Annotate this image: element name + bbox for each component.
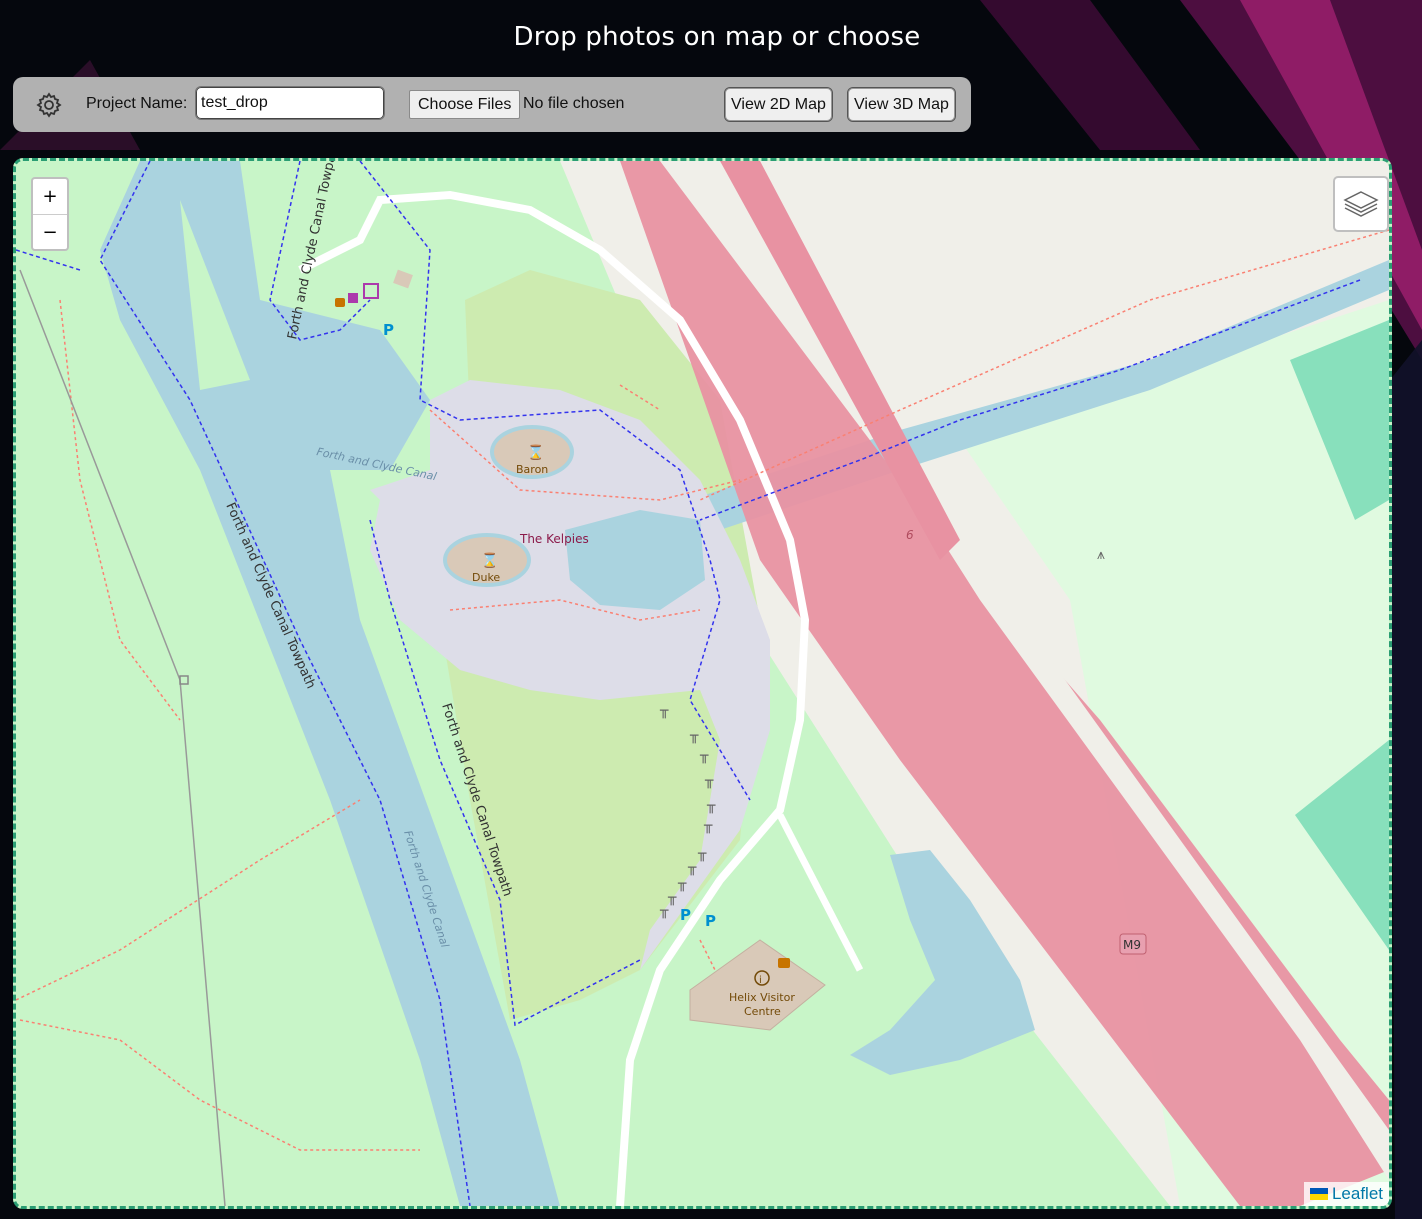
zoom-control: + −: [31, 177, 69, 251]
zoom-out-button[interactable]: −: [33, 214, 67, 250]
leaflet-link[interactable]: Leaflet: [1332, 1184, 1383, 1203]
label-junction: 6: [906, 528, 914, 542]
file-status-text: No file chosen: [523, 95, 625, 112]
zoom-in-button[interactable]: +: [33, 179, 67, 214]
view-3d-map-button[interactable]: View 3D Map: [847, 87, 956, 122]
label-baron: Baron: [516, 463, 548, 476]
view-2d-map-button[interactable]: View 2D Map: [724, 87, 833, 122]
map-tiles[interactable]: ╥╥╥ ╥╥╥ ╥╥╥ ╥╥ PP P i ⌛ ⌛ ⩚ Forth and Cly…: [16, 161, 1389, 1206]
layers-icon: [1343, 191, 1379, 217]
svg-text:╥: ╥: [659, 903, 669, 919]
label-visitor-centre-1: Helix Visitor: [729, 991, 795, 1004]
svg-text:╥: ╥: [689, 728, 699, 744]
page-title: Drop photos on map or choose: [513, 22, 921, 52]
svg-text:╥: ╥: [677, 876, 687, 892]
svg-text:⩚: ⩚: [1097, 547, 1105, 563]
gear-icon[interactable]: [35, 91, 63, 119]
svg-text:⌛: ⌛: [527, 444, 544, 461]
label-duke: Duke: [472, 571, 500, 584]
map-attribution: Leaflet: [1303, 1182, 1389, 1206]
svg-text:⌛: ⌛: [481, 552, 498, 569]
project-name-input[interactable]: [195, 86, 385, 120]
layers-control[interactable]: [1333, 176, 1389, 232]
map-drop-zone[interactable]: ╥ ╥ ╥ ╥ ╥ ╥ ╥ ╥ ╥ ╥ ╥ PPP i ⌛ ⌛ ⩚ Forth and Cly…: [13, 158, 1392, 1209]
label-visitor-centre-2: Centre: [744, 1005, 781, 1018]
project-name-label: Project Name:: [86, 95, 188, 112]
svg-text:╥: ╥: [667, 890, 677, 906]
svg-text:╥: ╥: [706, 798, 716, 814]
label-kelpies: The Kelpies: [519, 532, 589, 546]
label-motorway: M9: [1123, 938, 1141, 952]
svg-text:╥: ╥: [659, 703, 669, 719]
svg-text:i: i: [759, 975, 762, 986]
svg-text:╥: ╥: [699, 748, 709, 764]
ukraine-flag-icon: [1309, 1188, 1328, 1200]
svg-text:P: P: [705, 912, 716, 930]
svg-text:╥: ╥: [697, 846, 707, 862]
svg-text:╥: ╥: [704, 773, 714, 789]
svg-text:╥: ╥: [687, 860, 697, 876]
svg-text:P: P: [680, 906, 691, 924]
svg-text:P: P: [383, 321, 394, 339]
svg-text:╥: ╥: [703, 818, 713, 834]
choose-files-button[interactable]: Choose Files: [409, 90, 521, 119]
toolbar: Project Name: Choose Files No file chose…: [13, 77, 971, 132]
